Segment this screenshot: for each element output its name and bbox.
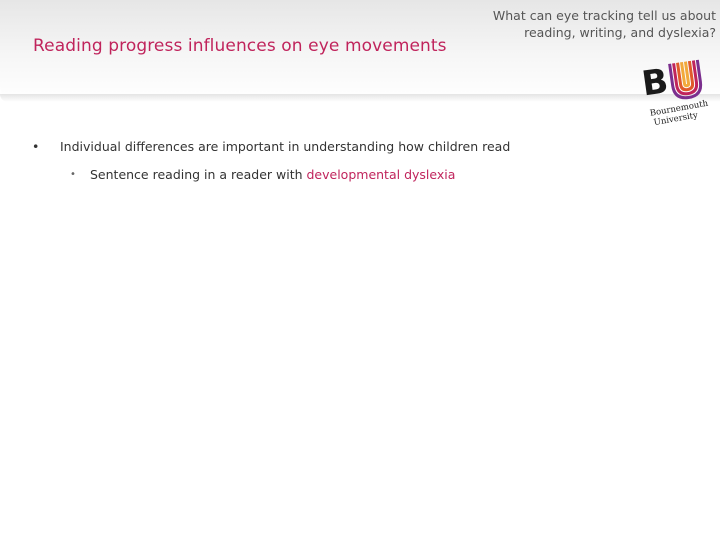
svg-text:B: B [639,61,670,104]
bu-logo-icon: B Bournemouth University [639,59,709,128]
bullet-marker-level-2: • [70,169,76,180]
bullet-text-level-2: Sentence reading in a reader with develo… [90,167,455,182]
deck-title-line-1: What can eye tracking tell us about [492,8,716,23]
deck-title-line-2: reading, writing, and dyslexia? [524,25,716,40]
bullet-text-level-1: Individual differences are important in … [60,139,511,154]
bournemouth-university-logo: B Bournemouth University [632,58,716,128]
bullet-marker-level-1: • [32,139,40,154]
header-shadow [0,94,720,102]
bullet-text-highlight: developmental dyslexia [306,167,456,182]
deck-title: What can eye tracking tell us about read… [416,7,716,41]
slide-title: Reading progress influences on eye movem… [33,36,447,56]
bullet-text-plain: Sentence reading in a reader with [90,167,307,182]
